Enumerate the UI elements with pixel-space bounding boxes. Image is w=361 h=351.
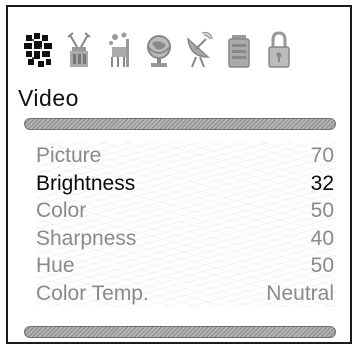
setting-value: 70 (310, 144, 334, 167)
setting-row-color[interactable]: Color 50 (36, 197, 336, 225)
setting-label: Brightness (36, 171, 136, 195)
setting-value: 32 (310, 171, 334, 195)
setting-row-picture[interactable]: Picture 70 (36, 142, 336, 170)
setting-label: Color (36, 199, 87, 222)
setting-row-color-temp[interactable]: Color Temp. Neutral (36, 280, 336, 308)
setting-value: 50 (310, 254, 334, 277)
setting-label: Hue (36, 254, 75, 277)
setting-row-sharpness[interactable]: Sharpness 40 (36, 225, 336, 253)
setting-value: 40 (310, 226, 334, 250)
satellite-dish-icon[interactable] (182, 29, 216, 71)
setting-row-brightness[interactable]: Brightness 32 (36, 170, 336, 198)
bottom-separator-bar (24, 326, 336, 338)
menu-icon-bar (22, 25, 296, 71)
osd-menu-window: Video Picture 70 Brightness 32 Color 50 … (6, 5, 352, 344)
setting-value: Neutral (266, 281, 334, 305)
setting-label: Color Temp. (36, 281, 149, 305)
menu-title: Video (18, 85, 79, 111)
globe-icon[interactable] (142, 29, 176, 71)
setting-value: 50 (310, 199, 334, 222)
lock-icon[interactable] (262, 29, 296, 71)
setting-label: Sharpness (36, 226, 137, 250)
setting-row-hue[interactable]: Hue 50 (36, 252, 336, 280)
picture-settings-icon[interactable] (22, 29, 56, 71)
setting-label: Picture (36, 144, 102, 167)
tools-icon[interactable] (62, 29, 96, 71)
battery-icon[interactable] (222, 29, 256, 71)
setup-icon[interactable] (102, 29, 136, 71)
video-settings-list: Picture 70 Brightness 32 Color 50 Sharpn… (36, 142, 336, 307)
top-separator-bar (24, 118, 336, 130)
